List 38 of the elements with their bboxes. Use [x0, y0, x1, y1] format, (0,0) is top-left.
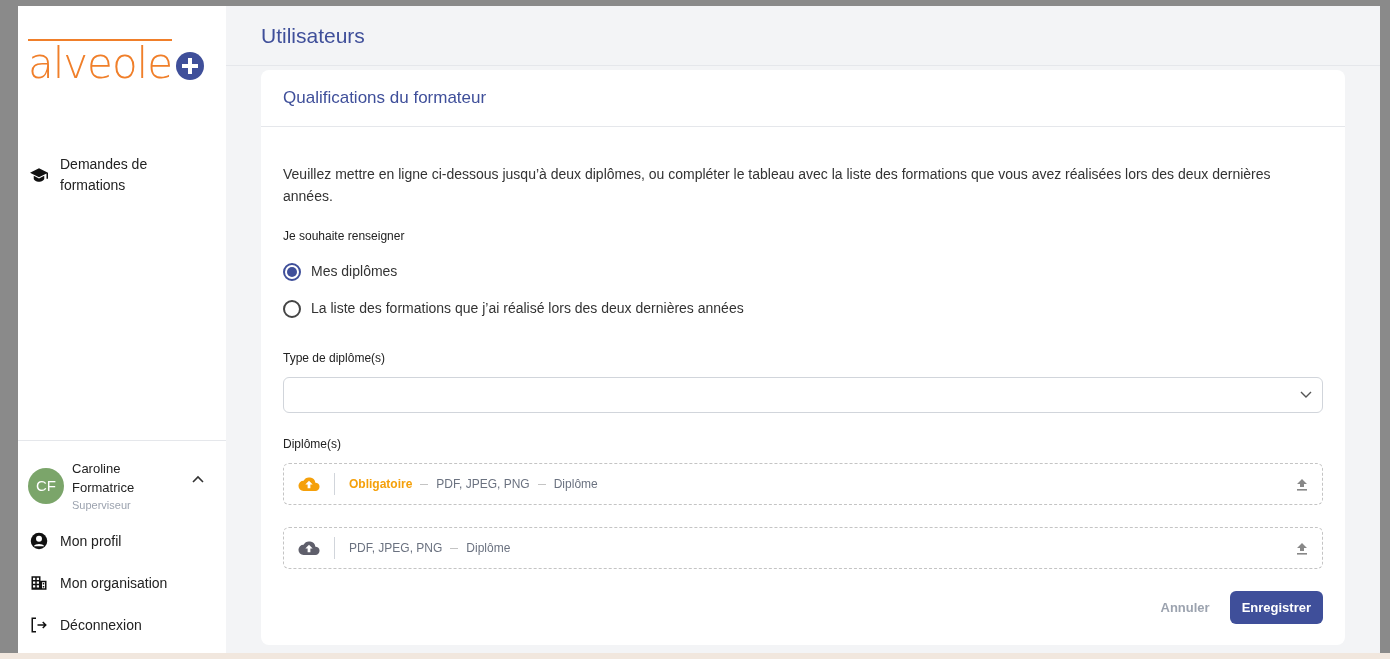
file-name: Diplôme	[553, 476, 598, 493]
plus-icon	[175, 52, 204, 80]
logo-wordmark: alveole	[28, 39, 172, 85]
upload-icon	[1296, 541, 1308, 555]
cloud-upload-icon	[298, 540, 320, 556]
menu-item[interactable]: Déconnexion	[18, 609, 226, 641]
menu-item[interactable]: Mon organisation	[18, 567, 226, 599]
profile-icon	[30, 532, 48, 550]
select-field[interactable]	[283, 377, 1323, 413]
intro-text: Veuillez mettre en ligne ci-dessous jusqu’à deux diplômes, ou compléter le tableau avec la liste des formations que vous avez réalisées lors des deux dernières années.	[283, 165, 1272, 206]
file-name: Diplôme	[466, 540, 511, 557]
file-formats: PDF, JPEG, PNG	[436, 476, 530, 493]
radio-button[interactable]	[283, 262, 301, 281]
radio-option[interactable]: La liste des formations que j’ai réalisé lors des deux dernières années	[283, 298, 1323, 319]
upload-field[interactable]: PDF, JPEG, PNG Diplôme	[283, 527, 1323, 569]
menu-item[interactable]: Mon profil	[18, 525, 226, 557]
field-label: Type de diplôme(s)	[283, 350, 387, 367]
field-label: Diplôme(s)	[283, 436, 342, 453]
nav-item[interactable]: Demandes de formations	[18, 152, 226, 198]
building-icon	[30, 574, 48, 592]
save-button[interactable]: Enregistrer	[1229, 591, 1323, 624]
page-title: Utilisateurs	[261, 22, 365, 49]
card-title: Qualifications du formateur	[283, 87, 487, 110]
upload-icon	[1296, 477, 1308, 491]
field-label: Je souhaite renseigner	[283, 228, 406, 245]
chevron-icon[interactable]	[192, 474, 204, 483]
radio-option[interactable]: Mes diplômes	[283, 261, 1323, 282]
cloud-upload-icon	[298, 476, 320, 492]
file-formats: PDF, JPEG, PNG	[349, 540, 443, 557]
avatar: CF	[28, 467, 64, 504]
upload-field[interactable]: Obligatoire PDF, JPEG, PNG Diplôme	[283, 463, 1323, 505]
logout-icon	[30, 616, 48, 634]
user-name: Caroline Formatrice	[72, 459, 136, 497]
graduation-cap-icon	[30, 167, 48, 183]
user-role: Superviseur	[72, 497, 132, 513]
chevron-down-icon	[1300, 391, 1312, 399]
required-label: Obligatoire	[349, 476, 413, 493]
radio-button[interactable]	[283, 299, 301, 318]
